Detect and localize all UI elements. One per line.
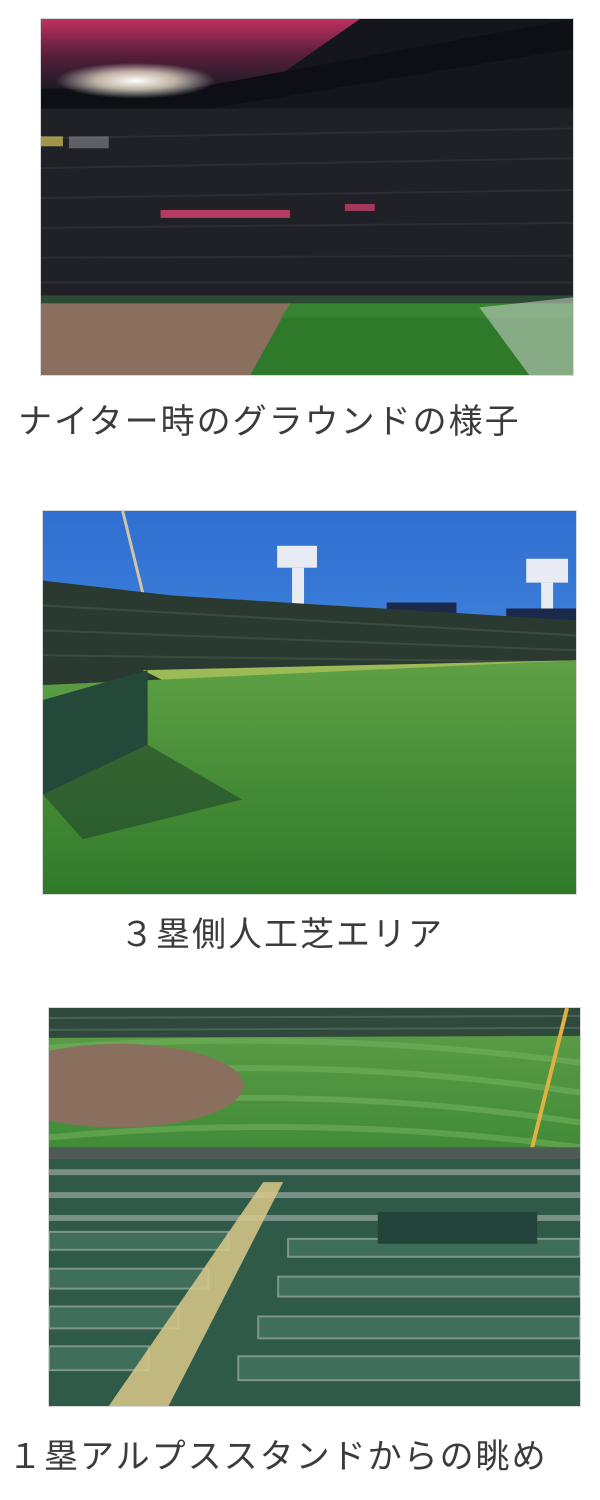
first-base-alps-caption: １塁アルプススタンドからの眺め: [8, 1437, 548, 1477]
alps-stand-view-image: [49, 1008, 580, 1406]
third-base-turf-photo: [42, 510, 577, 895]
night-ground-caption: ナイター時のグラウンドの様子: [18, 402, 521, 442]
third-base-turf-caption: ３塁側人工芝エリア: [120, 915, 444, 955]
night-ground-photo: [40, 18, 574, 376]
night-stadium-image: [41, 19, 573, 375]
first-base-alps-photo: [48, 1007, 581, 1407]
turf-area-image: [43, 511, 576, 894]
